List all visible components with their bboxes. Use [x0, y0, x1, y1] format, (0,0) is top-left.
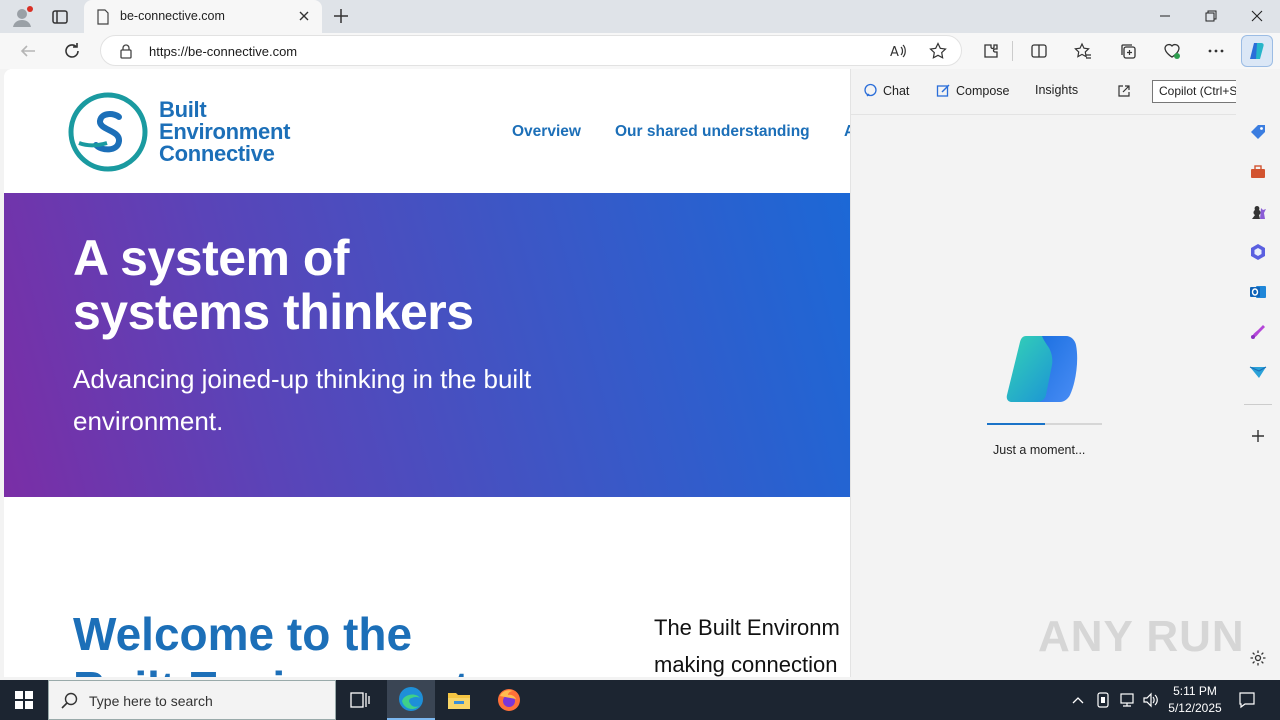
minimize-button[interactable] — [1142, 0, 1188, 32]
taskbar-firefox[interactable] — [485, 680, 533, 720]
loading-text: Just a moment... — [993, 443, 1086, 457]
tab-chat-label: Chat — [883, 83, 910, 98]
copilot-button[interactable] — [1241, 35, 1273, 67]
copilot-logo-icon — [1006, 334, 1082, 404]
lock-icon[interactable] — [119, 43, 133, 59]
browser-essentials-icon[interactable] — [1158, 37, 1186, 65]
hero-subtitle: Advancing joined-up thinking in the buil… — [73, 364, 532, 436]
tab-insights-label: Insights — [1035, 83, 1079, 97]
search-placeholder: Type here to search — [89, 693, 213, 709]
copilot-pane: Chat Compose Insights Just a moment... — [850, 69, 1237, 677]
tab-compose[interactable]: Compose — [936, 83, 1010, 98]
sidebar-shopping-tag-icon[interactable] — [1246, 120, 1270, 144]
close-tab-icon[interactable] — [298, 10, 310, 22]
hero-title-line2: systems thinkers — [73, 284, 474, 340]
extensions-icon[interactable] — [977, 37, 1005, 65]
url-text[interactable]: https://be-connective.com — [149, 44, 297, 59]
sidebar-tools-icon[interactable] — [1246, 160, 1270, 184]
clock-time: 5:11 PM — [1173, 684, 1217, 698]
taskbar: Type here to search 5:11 PM 5/12/2025 — [0, 680, 1280, 720]
sidebar-drop-icon[interactable] — [1246, 360, 1270, 384]
chat-icon — [864, 83, 877, 97]
clock-date: 5/12/2025 — [1168, 701, 1222, 715]
site-logo-icon[interactable] — [67, 91, 149, 173]
hero-title: A system of systems thinkers — [73, 231, 474, 339]
loading-progress-fill — [987, 423, 1045, 425]
loading-progress-bar — [987, 423, 1102, 425]
intro-line1: The Built Environm — [654, 615, 840, 640]
intro-paragraph: The Built Environm making connection — [654, 609, 840, 677]
logo-text-environment[interactable]: Environment — [159, 121, 290, 143]
sidebar-divider — [1244, 404, 1272, 405]
profile-icon[interactable] — [10, 5, 34, 29]
sidebar-outlook-icon[interactable] — [1246, 280, 1270, 304]
edge-icon — [399, 687, 423, 711]
nav-overview[interactable]: Overview — [512, 123, 581, 141]
svg-text:A: A — [890, 45, 899, 60]
task-view-icon[interactable] — [336, 680, 384, 720]
sidebar-games-icon[interactable] — [1246, 200, 1270, 224]
favorites-icon[interactable] — [1069, 37, 1097, 65]
read-aloud-icon[interactable]: A — [889, 42, 907, 60]
tab-actions-icon[interactable] — [50, 7, 70, 27]
sidebar-add-icon[interactable] — [1246, 424, 1270, 448]
hero-title-line1: A system of — [73, 230, 350, 286]
windows-icon — [15, 691, 33, 709]
tab-title: be-connective.com — [120, 9, 225, 23]
title-bar: be-connective.com — [0, 0, 1280, 33]
anyrun-watermark: ANY RUN — [1038, 612, 1245, 661]
restore-button[interactable] — [1188, 0, 1234, 32]
folder-icon — [448, 693, 470, 709]
browser-toolbar: https://be-connective.com A — [0, 33, 1280, 69]
address-bar[interactable]: https://be-connective.com A — [100, 35, 962, 66]
taskbar-file-explorer[interactable] — [435, 680, 483, 720]
taskbar-edge[interactable] — [387, 680, 435, 720]
volume-icon[interactable] — [1142, 692, 1160, 708]
edge-sidebar — [1236, 69, 1280, 677]
split-screen-icon[interactable] — [1025, 37, 1053, 65]
tab-chat[interactable]: Chat — [863, 83, 909, 98]
welcome-heading: Welcome to the Built Environment — [73, 607, 469, 677]
compose-icon — [936, 84, 950, 97]
page-icon — [96, 9, 110, 25]
refresh-icon[interactable] — [58, 37, 86, 65]
more-options-icon[interactable] — [1202, 37, 1230, 65]
open-in-new-icon[interactable] — [1117, 84, 1131, 98]
taskbar-search[interactable]: Type here to search — [48, 680, 336, 720]
firefox-icon — [498, 689, 520, 711]
taskbar-clock[interactable]: 5:11 PM 5/12/2025 — [1166, 683, 1224, 717]
tab-compose-label: Compose — [956, 83, 1010, 98]
sidebar-microsoft365-icon[interactable] — [1246, 240, 1270, 264]
page-viewport: Built Environment Connective Overview Ou… — [4, 69, 850, 677]
copilot-icon — [1250, 43, 1264, 59]
sidebar-settings-icon[interactable] — [1246, 646, 1270, 670]
start-button[interactable] — [0, 680, 48, 720]
intro-line2: making connection — [654, 652, 838, 677]
collections-icon[interactable] — [1114, 37, 1142, 65]
logo-text-connective[interactable]: Connective — [159, 143, 275, 165]
logo-text-built[interactable]: Built — [159, 99, 207, 121]
sidebar-designer-icon[interactable] — [1246, 320, 1270, 344]
favorite-star-icon[interactable] — [929, 42, 947, 60]
welcome-line1: Welcome to the — [73, 608, 413, 660]
tray-device-icon[interactable] — [1096, 692, 1110, 708]
tray-overflow-chevron-icon[interactable] — [1071, 693, 1085, 707]
tab-be-connective[interactable]: be-connective.com — [84, 0, 322, 33]
welcome-line2: Built Environment — [73, 662, 469, 677]
site-header: Built Environment Connective Overview Ou… — [4, 69, 850, 193]
notifications-icon[interactable] — [1238, 691, 1256, 709]
toolbar-divider — [1012, 41, 1013, 61]
search-icon — [61, 692, 79, 710]
tab-insights[interactable]: Insights — [1035, 83, 1078, 97]
new-tab-icon[interactable] — [332, 7, 350, 25]
back-arrow-icon[interactable] — [14, 37, 42, 65]
network-icon[interactable] — [1118, 692, 1136, 708]
close-window-button[interactable] — [1234, 0, 1280, 32]
nav-shared-understanding[interactable]: Our shared understanding — [615, 123, 810, 141]
hero-banner: A system of systems thinkers Advancing j… — [4, 193, 850, 497]
